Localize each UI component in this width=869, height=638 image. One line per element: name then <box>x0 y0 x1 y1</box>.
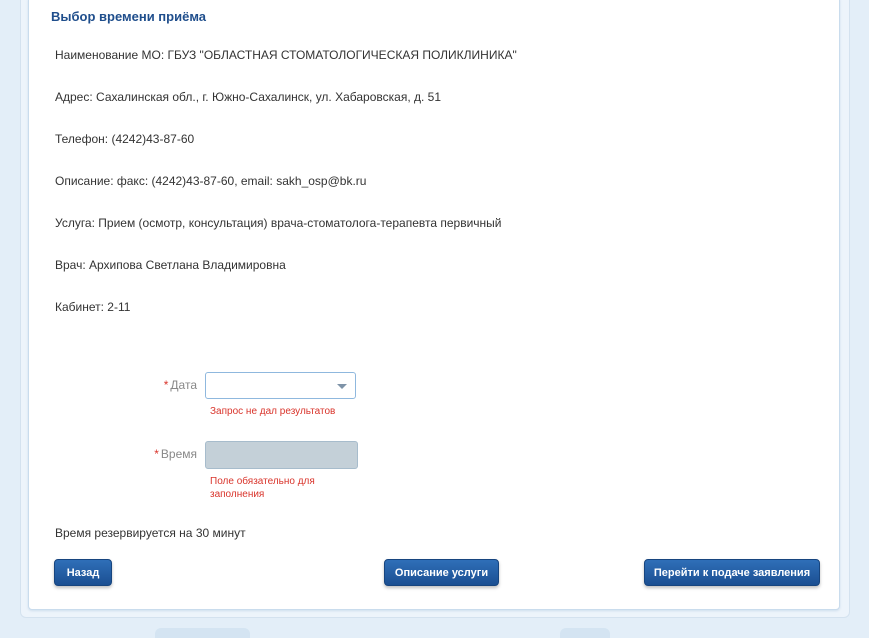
time-error-message: Поле обязательно для заполнения <box>210 476 315 500</box>
service-name: Услуга: Прием (осмотр, консультация) вра… <box>55 216 502 230</box>
back-button[interactable]: Назад <box>54 559 112 586</box>
time-label: * Время <box>97 447 197 461</box>
organization-name: Наименование МО: ГБУЗ "ОБЛАСТНАЯ СТОМАТО… <box>55 48 517 62</box>
organization-address: Адрес: Сахалинская обл., г. Южно-Сахалин… <box>55 90 442 104</box>
service-description-button[interactable]: Описание услуги <box>384 559 499 586</box>
reservation-note: Время резервируется на 30 минут <box>55 526 246 540</box>
chevron-down-icon[interactable] <box>337 384 347 389</box>
required-mark: * <box>163 378 169 392</box>
organization-description: Описание: факс: (4242)43-87-60, email: s… <box>55 174 367 188</box>
room-number: Кабинет: 2-11 <box>55 300 131 314</box>
footer-decoration <box>560 628 610 638</box>
appointment-time-panel: Выбор времени приёма Наименование МО: ГБ… <box>28 0 840 610</box>
time-label-text: Время <box>160 447 197 461</box>
footer-decoration <box>155 628 250 638</box>
time-select[interactable] <box>205 441 358 469</box>
proceed-to-application-button[interactable]: Перейти к подаче заявления <box>644 559 820 586</box>
date-label-text: Дата <box>170 378 197 392</box>
page-title: Выбор времени приёма <box>51 9 206 24</box>
doctor-name: Врач: Архипова Светлана Владимировна <box>55 258 286 272</box>
date-error-message: Запрос не дал результатов <box>210 406 336 417</box>
date-select[interactable] <box>205 372 356 399</box>
organization-phone: Телефон: (4242)43-87-60 <box>55 132 195 146</box>
required-mark: * <box>154 447 159 461</box>
date-label: * Дата <box>97 378 197 392</box>
